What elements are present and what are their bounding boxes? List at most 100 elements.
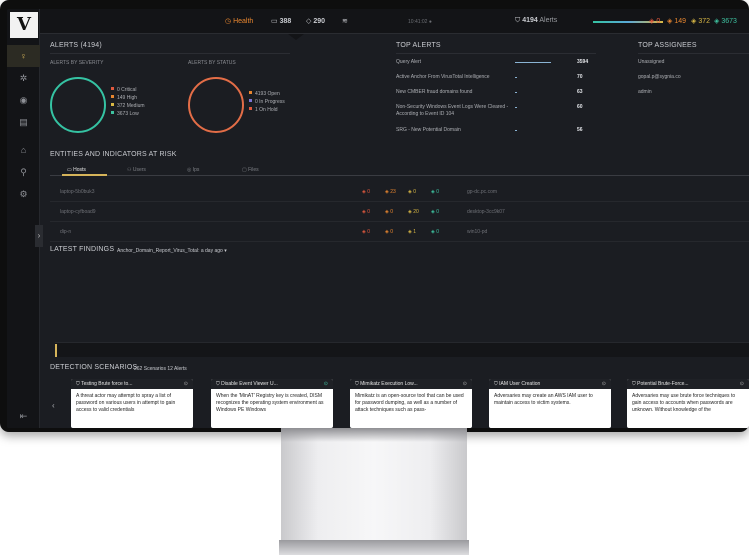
alerts-count: 4194 bbox=[522, 17, 538, 24]
indicators-counter[interactable]: ◇ 290 bbox=[306, 17, 325, 25]
scroll-thumb[interactable] bbox=[55, 344, 57, 357]
entity-name[interactable]: laptop-5b0buk3 bbox=[60, 189, 94, 195]
entity-severity-count: ◈ 23 bbox=[385, 189, 396, 195]
health-label: Health bbox=[233, 18, 254, 25]
top-alert-count: 56 bbox=[577, 127, 583, 133]
scenario-card[interactable]: ⛉ Potential Brute-Force... ⊙ Adversaries m… bbox=[627, 379, 749, 428]
eye-icon[interactable]: ◉ bbox=[7, 89, 40, 111]
scenario-description: When the 'MinAT' Registry key is created… bbox=[216, 393, 324, 413]
scenario-card[interactable]: ⛉ IAM User Creation ⊙ Adversaries may crea… bbox=[489, 379, 611, 428]
status-icon[interactable]: ⊙ bbox=[184, 379, 188, 389]
scenario-card[interactable]: ⛉ Mimikatz Execution Low... ⊙ Mimikatz is … bbox=[350, 379, 472, 428]
scenario-title: Testing Brute force to... bbox=[81, 381, 133, 387]
medium-count-badge[interactable]: ◈ 372 bbox=[691, 17, 710, 25]
alerts-icon[interactable]: ✲ bbox=[7, 67, 40, 89]
entity-severity-count: ◈ 0 bbox=[431, 189, 440, 195]
critical-count: 0 bbox=[656, 18, 661, 25]
top-alert-name[interactable]: Active Anchor From VirusTotal Intelligen… bbox=[396, 74, 511, 81]
low-count-badge[interactable]: ◈ 3673 bbox=[714, 17, 737, 25]
top-alert-name[interactable]: Query Alert bbox=[396, 59, 511, 66]
severity-legend: 0 Critical 149 High 372 Medium 3673 Low bbox=[111, 86, 145, 118]
layers-icon[interactable]: ≋ bbox=[342, 17, 348, 25]
hosts-counter[interactable]: ▭ 388 bbox=[271, 17, 291, 25]
legend-critical: 0 Critical bbox=[111, 86, 145, 94]
top-alert-name[interactable]: Non-Security Windows Event Logs Were Cle… bbox=[396, 104, 511, 118]
search-icon[interactable]: ⚲ bbox=[7, 161, 40, 183]
tab-hosts[interactable]: ▭ Hosts bbox=[67, 167, 86, 173]
entity-row-divider bbox=[50, 201, 749, 202]
legend-medium: 372 Medium bbox=[111, 102, 145, 110]
tab-users[interactable]: ⚇ Users bbox=[127, 167, 146, 173]
topbar-notch bbox=[288, 34, 304, 40]
scenario-description: A threat actor may attempt to spray a li… bbox=[76, 393, 176, 413]
top-alert-name[interactable]: New CMBER fraud domains found bbox=[396, 89, 511, 96]
tabs-underline bbox=[50, 175, 749, 176]
scenario-card[interactable]: ⛉ Disable Event Viewer U... ⊙ When the 'Mi… bbox=[211, 379, 333, 428]
active-tab-indicator bbox=[62, 174, 107, 176]
alerts-title: ALERTS (4194) bbox=[50, 42, 102, 49]
scenario-card-header: ⛉ Mimikatz Execution Low... ⊙ bbox=[350, 379, 472, 389]
detection-summary: 262 Scenarios 12 Alerts bbox=[134, 366, 187, 372]
legend-in-progress: 0 In Progress bbox=[249, 98, 285, 106]
severity-donut[interactable] bbox=[50, 77, 106, 133]
entity-severity-count: ◈ 0 bbox=[431, 229, 440, 235]
low-count: 3673 bbox=[721, 18, 737, 25]
medium-count: 372 bbox=[698, 18, 711, 25]
collapse-icon[interactable]: ⇤ bbox=[7, 405, 40, 427]
entity-name[interactable]: dip-n bbox=[60, 229, 71, 235]
high-count-badge[interactable]: ◈ 149 bbox=[667, 17, 686, 25]
expand-panel-handle[interactable]: › bbox=[35, 225, 43, 247]
scenario-card[interactable]: ⛉ Testing Brute force to... ⊙ A threat act… bbox=[71, 379, 193, 428]
document-icon[interactable]: ▤ bbox=[7, 111, 40, 133]
tab-ips[interactable]: ◎ Ips bbox=[187, 167, 199, 173]
prev-arrow-icon[interactable]: ‹ bbox=[52, 401, 55, 410]
alerts-counter[interactable]: ⛉ 4194 Alerts bbox=[515, 17, 557, 25]
assignee-row[interactable]: admin bbox=[638, 89, 652, 96]
critical-count-badge[interactable]: ◈ 0 bbox=[649, 17, 660, 25]
status-icon[interactable]: ⊙ bbox=[463, 379, 467, 389]
findings-scrollbar[interactable] bbox=[55, 342, 749, 357]
status-icon[interactable]: ⊙ bbox=[602, 379, 606, 389]
status-icon[interactable]: ⊙ bbox=[324, 379, 328, 389]
top-assignees-title: TOP ASSIGNEES bbox=[638, 42, 697, 49]
clock-status: 10:41:02 ● bbox=[408, 19, 432, 25]
entity-severity-count: ◈ 0 bbox=[408, 189, 417, 195]
alerts-by-severity-title: ALERTS BY SEVERITY bbox=[50, 60, 104, 66]
scenario-title: Mimikatz Execution Low... bbox=[360, 381, 418, 387]
status-icon[interactable]: ⊙ bbox=[740, 379, 744, 389]
scenario-card-header: ⛉ Potential Brute-Force... ⊙ bbox=[627, 379, 749, 389]
dashboard-icon[interactable]: ♀ bbox=[7, 45, 40, 67]
divider bbox=[396, 53, 596, 54]
assignee-row[interactable]: Unassigned bbox=[638, 59, 664, 66]
hosts-count: 388 bbox=[279, 18, 292, 25]
findings-selector[interactable]: Anchor_Domain_Report_Virus_Total: a day … bbox=[117, 248, 227, 254]
health-indicator[interactable]: ◷ Health bbox=[225, 17, 253, 25]
scenario-card-header: ⛉ Disable Event Viewer U... ⊙ bbox=[211, 379, 333, 389]
top-alert-count: 3594 bbox=[577, 59, 589, 65]
stand-base bbox=[279, 540, 469, 555]
entity-row-divider bbox=[50, 221, 749, 222]
scenario-card-header: ⛉ Testing Brute force to... ⊙ bbox=[71, 379, 193, 389]
top-alert-bar bbox=[515, 130, 517, 131]
top-alert-count: 60 bbox=[577, 104, 583, 110]
latest-findings-title: LATEST FINDINGS bbox=[50, 246, 115, 253]
top-alert-bar bbox=[515, 107, 517, 108]
entity-name[interactable]: desktop-3cc9k07 bbox=[467, 209, 505, 215]
entity-name[interactable]: laptop-cyfboad9 bbox=[60, 209, 96, 215]
entity-severity-count: ◈ 20 bbox=[408, 209, 419, 215]
scenario-description: Adversaries may create an AWS IAM user t… bbox=[494, 393, 593, 406]
settings-icon[interactable]: ⚙ bbox=[7, 183, 40, 205]
entity-name[interactable]: gp-dc.pc.com bbox=[467, 189, 497, 195]
entity-name[interactable]: win10-pd bbox=[467, 229, 487, 235]
status-donut[interactable] bbox=[188, 77, 244, 133]
scenario-title: IAM User Creation bbox=[499, 381, 541, 387]
app-logo[interactable]: V bbox=[10, 12, 38, 38]
tab-files[interactable]: ▢ Files bbox=[242, 167, 259, 173]
lock-icon[interactable]: ⌂ bbox=[7, 139, 40, 161]
high-count: 149 bbox=[674, 18, 687, 25]
legend-high: 149 High bbox=[111, 94, 145, 102]
entities-title: ENTITIES AND INDICATORS AT RISK bbox=[50, 151, 177, 158]
alerts-by-status-title: ALERTS BY STATUS bbox=[188, 60, 236, 66]
assignee-row[interactable]: gopal.p@sygnia.co bbox=[638, 74, 681, 81]
top-alert-name[interactable]: SRG - New Potential Domain bbox=[396, 127, 511, 134]
